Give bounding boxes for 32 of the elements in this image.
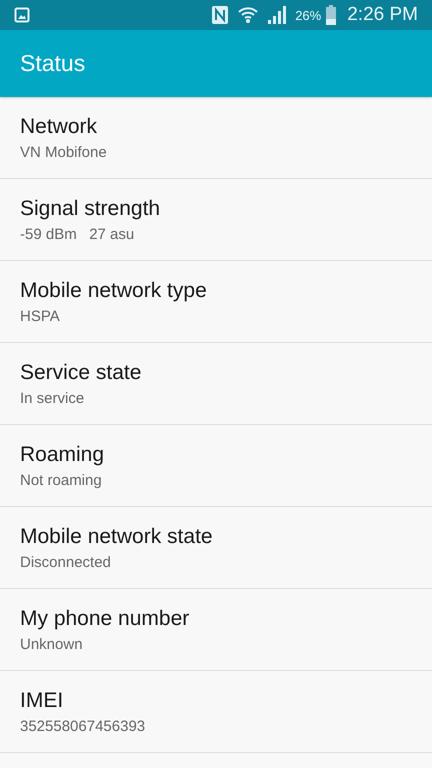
item-summary: Not roaming	[20, 472, 103, 488]
item-summary: In service	[20, 390, 86, 406]
item-title: Service state	[20, 360, 142, 384]
battery-icon	[325, 5, 338, 25]
item-title: IMEI	[20, 688, 64, 712]
item-summary: VN Mobifone	[20, 144, 108, 160]
nfc-icon	[211, 5, 230, 25]
status-list-item[interactable]: Roaming Not roaming	[0, 425, 432, 507]
status-list-item[interactable]: Service state In service	[0, 343, 432, 425]
item-summary: 352558067456393	[20, 718, 146, 734]
item-title: Signal strength	[20, 196, 162, 220]
status-list-item[interactable]: Mobile network state Disconnected	[0, 507, 432, 589]
signal-icon	[267, 5, 288, 25]
item-title: My phone number	[20, 606, 190, 630]
item-summary: -59 dBm 27 asu	[20, 226, 136, 242]
item-title: Network	[20, 114, 98, 138]
item-summary: Disconnected	[20, 554, 112, 570]
item-title: Mobile network type	[20, 278, 208, 302]
wifi-icon	[237, 5, 260, 25]
item-title: Mobile network state	[20, 524, 214, 548]
image-icon	[14, 7, 30, 23]
item-summary: Unknown	[20, 636, 84, 652]
status-list-item[interactable]: Mobile network type HSPA	[0, 261, 432, 343]
status-list-item[interactable]: My phone number Unknown	[0, 589, 432, 671]
item-title: Roaming	[20, 442, 106, 466]
screen-title: Status	[20, 50, 86, 77]
status-list-item[interactable]: Network VN Mobifone	[0, 97, 432, 179]
status-list-item[interactable]: IMEI 352558067456393	[0, 671, 432, 753]
item-summary: HSPA	[20, 308, 61, 324]
clock-time: 2:26 PM	[347, 4, 418, 26]
battery-percent: 26%	[295, 8, 322, 22]
status-list-item[interactable]: Signal strength -59 dBm 27 asu	[0, 179, 432, 261]
